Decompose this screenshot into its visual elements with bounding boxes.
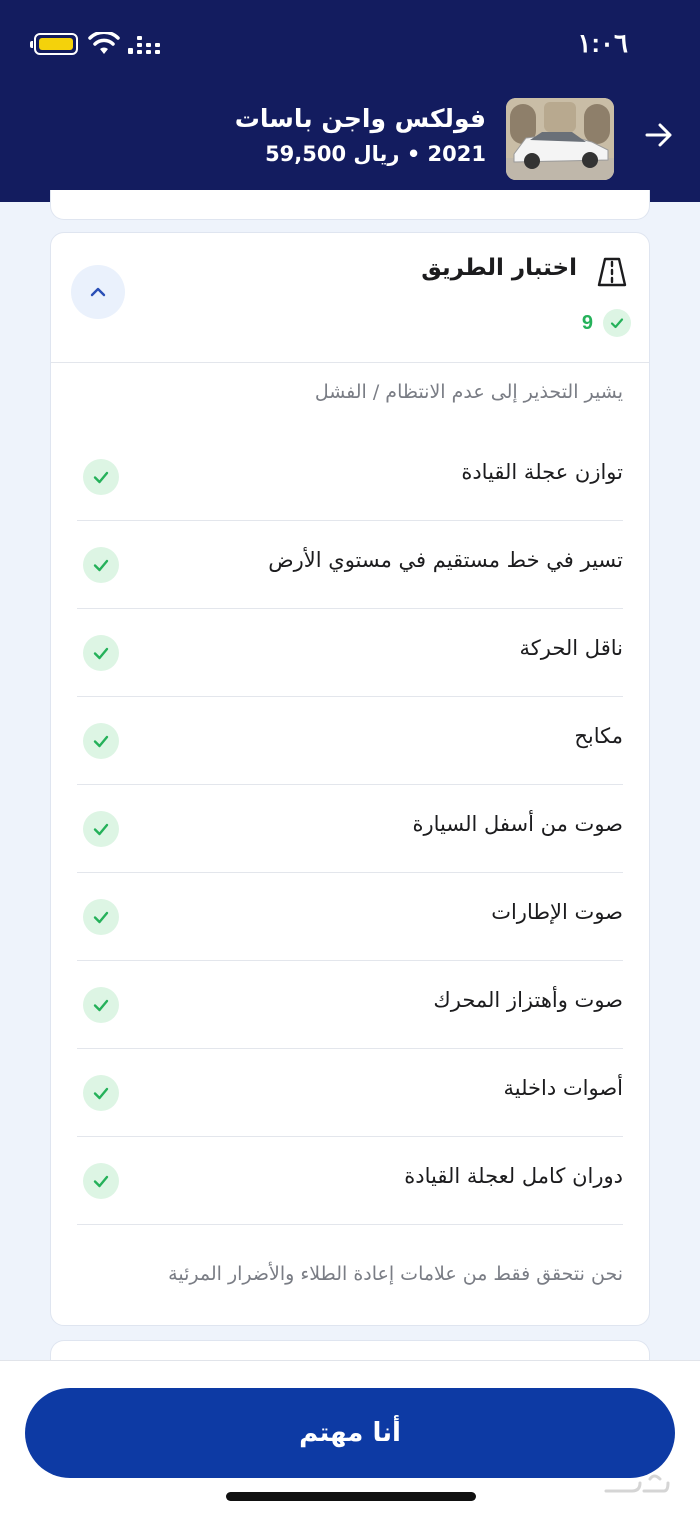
wifi-icon — [88, 32, 120, 54]
check-icon — [83, 811, 119, 847]
check-icon — [83, 987, 119, 1023]
interested-button[interactable]: أنا مهتم — [25, 1388, 675, 1478]
haraj-watermark-logo — [604, 1474, 670, 1493]
check-icon — [83, 899, 119, 935]
inspection-list: توازن عجلة القيادة تسير في خط مستقيم في م… — [77, 433, 623, 1225]
car-title: فولكس واجن باسات — [234, 104, 486, 133]
check-icon — [83, 459, 119, 495]
inspection-item: تسير في خط مستقيم في مستوي الأرض — [77, 521, 623, 609]
check-icon — [83, 1163, 119, 1199]
section-header[interactable]: اختبار الطريق 9 — [51, 233, 649, 363]
check-icon — [83, 723, 119, 759]
disclaimer-note: نحن نتحقق فقط من علامات إعادة الطلاء وال… — [168, 1263, 623, 1285]
app-header: ١:٠٦ فولكس واجن باسات 2021 • ريال 59,500 — [0, 0, 700, 202]
passed-count: 9 — [582, 309, 631, 337]
inspection-item-label: ناقل الحركة — [519, 636, 624, 660]
inspection-item: صوت من أسفل السيارة — [77, 785, 623, 873]
warning-note: يشير التحذير إلى عدم الانتظام / الفشل — [314, 381, 623, 403]
check-icon — [83, 1075, 119, 1111]
inspection-item: ناقل الحركة — [77, 609, 623, 697]
inspection-item: مكابح — [77, 697, 623, 785]
inspection-item: أصوات داخلية — [77, 1049, 623, 1137]
check-icon — [603, 309, 631, 337]
road-icon — [597, 257, 627, 287]
car-image — [506, 98, 614, 180]
collapse-button[interactable] — [71, 265, 125, 319]
inspection-item-label: صوت من أسفل السيارة — [412, 812, 623, 836]
bottom-action-bar: أنا مهتم — [0, 1360, 700, 1515]
passed-count-number: 9 — [581, 311, 593, 334]
inspection-item: صوت وأهتزاز المحرك — [77, 961, 623, 1049]
battery-icon — [30, 33, 78, 55]
check-icon — [83, 635, 119, 671]
inspection-item-label: مكابح — [574, 724, 623, 748]
chevron-up-icon — [90, 287, 106, 297]
home-indicator — [226, 1492, 476, 1501]
inspection-item-label: أصوات داخلية — [503, 1076, 623, 1100]
road-test-section: اختبار الطريق 9 يشير التحذير إلى عدم الا… — [50, 232, 650, 1326]
inspection-item-label: تسير في خط مستقيم في مستوي الأرض — [268, 548, 623, 572]
previous-section-card — [50, 190, 650, 220]
inspection-item: دوران كامل لعجلة القيادة — [77, 1137, 623, 1225]
section-title: اختبار الطريق — [421, 255, 577, 281]
inspection-item-label: دوران كامل لعجلة القيادة — [404, 1164, 623, 1188]
inspection-item-label: صوت وأهتزاز المحرك — [433, 988, 623, 1012]
car-thumbnail[interactable] — [506, 98, 614, 180]
inspection-item-label: توازن عجلة القيادة — [461, 460, 623, 484]
inspection-item: صوت الإطارات — [77, 873, 623, 961]
inspection-item-label: صوت الإطارات — [491, 900, 623, 924]
status-time: ١:٠٦ — [577, 28, 628, 58]
arrow-right-icon[interactable] — [644, 120, 674, 150]
car-year-price: 2021 • ريال 59,500 — [265, 142, 486, 166]
inspection-item: توازن عجلة القيادة — [77, 433, 623, 521]
check-icon — [83, 547, 119, 583]
cellular-signal-icon — [128, 36, 160, 54]
